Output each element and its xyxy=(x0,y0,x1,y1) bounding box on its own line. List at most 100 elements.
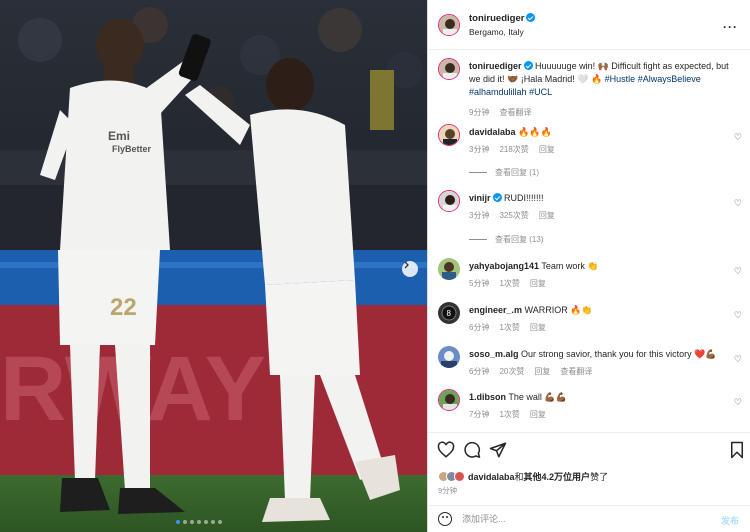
liker-avatar xyxy=(454,471,465,482)
author-avatar[interactable] xyxy=(438,14,460,36)
post-comment-button[interactable]: 发布 xyxy=(721,514,739,527)
next-photo-button[interactable] xyxy=(402,261,418,277)
comment-likes[interactable]: 1次赞 xyxy=(499,323,519,332)
share-icon[interactable] xyxy=(489,441,507,459)
comment-body: Team work 👏 xyxy=(541,261,599,271)
comment-icon[interactable] xyxy=(463,441,481,459)
comment-likes[interactable]: 20次赞 xyxy=(499,367,524,376)
commenter-avatar[interactable] xyxy=(438,190,460,212)
comment-body: 🔥🔥🔥 xyxy=(518,127,552,137)
comment-text: yahyabojang141 Team work 👏 xyxy=(469,260,731,273)
commenter-avatar[interactable] xyxy=(438,389,460,411)
carousel-dot xyxy=(176,520,180,524)
commenter-username[interactable]: 1.dibson xyxy=(469,392,506,402)
view-replies-link[interactable]: 查看回复 (1) xyxy=(469,167,539,178)
author-username[interactable]: toniruediger xyxy=(469,13,524,24)
commenter-avatar[interactable] xyxy=(438,346,460,368)
see-translation-link[interactable]: 查看翻译 xyxy=(499,108,531,117)
likes-summary[interactable]: davidalaba和其他4.2万位用户赞了 xyxy=(438,470,608,483)
comment-likes[interactable]: 218次赞 xyxy=(499,145,528,154)
commenter-username[interactable]: davidalaba xyxy=(469,127,516,137)
liker-username[interactable]: davidalaba xyxy=(468,472,515,482)
post-actions: davidalaba和其他4.2万位用户赞了 9分钟 xyxy=(428,432,750,497)
hashtag[interactable]: #alhamdulillah xyxy=(469,87,527,97)
caption-username[interactable]: toniruediger xyxy=(469,61,522,71)
add-comment-bar: 发布 xyxy=(428,505,750,532)
chevron-right-icon xyxy=(404,261,409,269)
comment-likes[interactable]: 1次赞 xyxy=(499,410,519,419)
comment-meta: 6分钟 20次赞 回复 查看翻译 xyxy=(469,366,602,377)
comment-body: The wall 💪🏾💪🏾 xyxy=(508,392,567,402)
comment-time: 6分钟 xyxy=(469,323,490,332)
commenter-username[interactable]: engineer_.m xyxy=(469,305,522,315)
bookmark-icon[interactable] xyxy=(728,441,746,459)
heart-icon[interactable] xyxy=(437,441,455,459)
jersey-number: 22 xyxy=(110,294,137,321)
carousel-dot xyxy=(218,520,222,524)
comment-likes[interactable]: 1次赞 xyxy=(499,279,519,288)
comment-text: soso_m.alg Our strong savior, thank you … xyxy=(469,348,731,361)
view-replies-link[interactable]: 查看回复 (13) xyxy=(469,234,543,245)
commenter-avatar[interactable]: 8 xyxy=(438,302,460,324)
emoji-icon[interactable] xyxy=(438,512,452,526)
caption-avatar[interactable] xyxy=(438,58,460,80)
reply-button[interactable]: 回复 xyxy=(530,410,546,419)
comment-time: 5分钟 xyxy=(469,279,490,288)
photo-scene: RWAY 22 Emi FlyBetter xyxy=(0,0,427,532)
jersey-sponsor-1: Emi xyxy=(108,129,130,143)
heart-icon[interactable]: ♡ xyxy=(734,397,742,408)
reply-button[interactable]: 回复 xyxy=(539,211,555,220)
heart-icon[interactable]: ♡ xyxy=(734,266,742,277)
comment-body: RUDI!!!!!!! xyxy=(504,193,544,203)
heart-icon[interactable]: ♡ xyxy=(734,198,742,209)
comment-meta: 5分钟 1次赞 回复 xyxy=(469,278,556,289)
comment-time: 3分钟 xyxy=(469,145,490,154)
commenter-username[interactable]: yahyabojang141 xyxy=(469,261,539,271)
commenter-username[interactable]: vinijr xyxy=(469,193,491,203)
hashtag[interactable]: #UCL xyxy=(529,87,552,97)
svg-text:8: 8 xyxy=(447,309,452,318)
likes-text: davidalaba和其他4.2万位用户赞了 xyxy=(468,470,608,483)
caption-time: 9分钟 xyxy=(469,108,490,117)
comment-meta: 3分钟 325次赞 回复 xyxy=(469,210,565,221)
comment-likes[interactable]: 325次赞 xyxy=(499,211,528,220)
post-time: 9分钟 xyxy=(438,486,458,495)
hashtag[interactable]: #Hustle xyxy=(605,74,636,84)
post-location[interactable]: Bergamo, Italy xyxy=(469,27,524,37)
commenter-avatar[interactable] xyxy=(438,124,460,146)
author-username-row: toniruediger xyxy=(469,13,536,24)
post-panel: toniruediger Bergamo, Italy ··· tonirued… xyxy=(427,0,750,532)
comment-meta: 6分钟 1次赞 回复 xyxy=(469,322,556,333)
heart-icon[interactable]: ♡ xyxy=(734,354,742,365)
carousel-dots xyxy=(176,520,222,524)
caption-text: toniruediger Huuuuuge win! 🙌🏾 Difficult … xyxy=(469,60,731,99)
likes-count[interactable]: 其他4.2万位用户 xyxy=(524,472,591,482)
verified-icon xyxy=(526,13,536,22)
comment-meta: 7分钟 1次赞 回复 xyxy=(469,409,556,420)
comment-text: davidalaba 🔥🔥🔥 xyxy=(469,126,731,139)
comment-input[interactable] xyxy=(462,510,692,528)
likes-suffix: 赞了 xyxy=(590,472,609,482)
comments-list: toniruediger Huuuuuge win! 🙌🏾 Difficult … xyxy=(428,50,750,432)
carousel-dot xyxy=(211,520,215,524)
comment-body: WARRIOR 🔥👏 xyxy=(524,305,593,315)
carousel-dot xyxy=(183,520,187,524)
reply-button[interactable]: 回复 xyxy=(534,367,550,376)
more-icon[interactable]: ··· xyxy=(723,20,738,34)
heart-icon[interactable]: ♡ xyxy=(734,132,742,143)
commenter-avatar[interactable] xyxy=(438,258,460,280)
post-photo[interactable]: RWAY 22 Emi FlyBetter xyxy=(0,0,427,532)
likes-connector: 和 xyxy=(514,472,524,482)
heart-icon[interactable]: ♡ xyxy=(734,310,742,321)
verified-icon xyxy=(492,193,502,202)
reply-button[interactable]: 回复 xyxy=(530,323,546,332)
comment-meta: 3分钟 218次赞 回复 xyxy=(469,144,565,155)
hashtag[interactable]: #AlwaysBelieve xyxy=(638,74,701,84)
post-header: toniruediger Bergamo, Italy ··· xyxy=(428,0,750,50)
verified-icon xyxy=(523,61,533,70)
see-translation-link[interactable]: 查看翻译 xyxy=(560,367,592,376)
comment-time: 7分钟 xyxy=(469,410,490,419)
commenter-username[interactable]: soso_m.alg xyxy=(469,349,519,359)
reply-button[interactable]: 回复 xyxy=(539,145,555,154)
reply-button[interactable]: 回复 xyxy=(530,279,546,288)
